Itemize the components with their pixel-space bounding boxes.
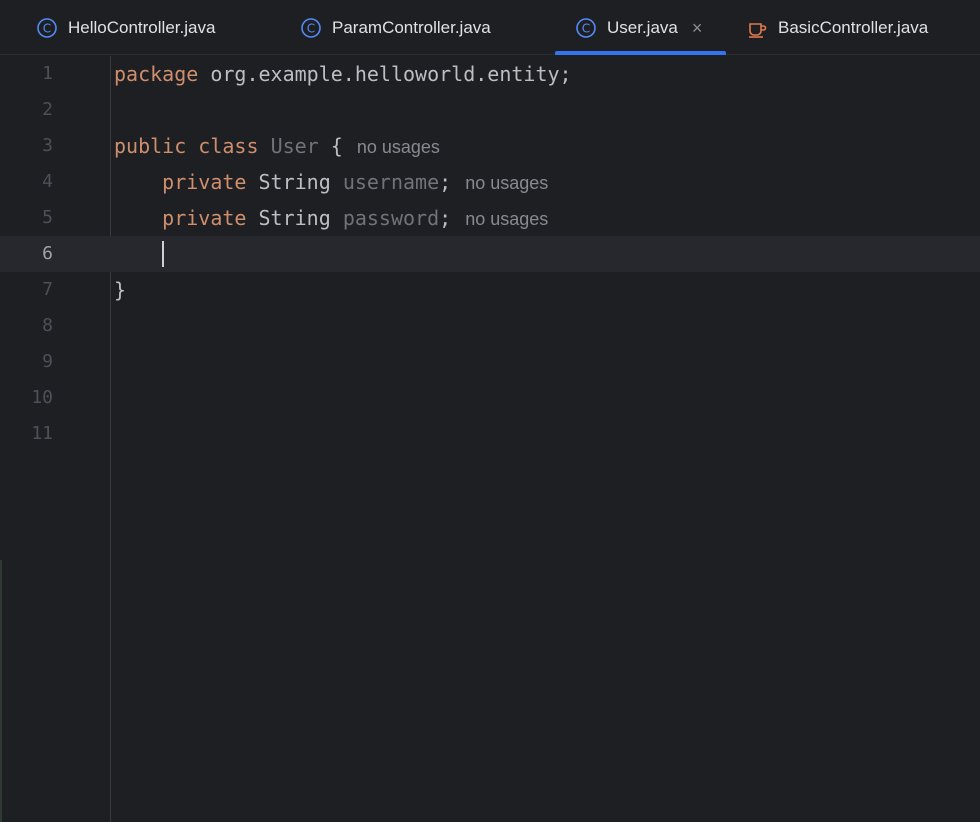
type-name: String (258, 206, 331, 230)
code-line: 1 package org.example.helloworld.entity; (0, 56, 980, 92)
keyword: package (114, 62, 199, 86)
keyword: class (198, 134, 259, 158)
code-line: 11 (0, 416, 980, 452)
tab-label: User.java (607, 17, 678, 37)
svg-text:C: C (43, 21, 51, 35)
code-line: 3 public class User { no usages (0, 128, 980, 164)
tab-label: ParamController.java (332, 17, 491, 37)
code-line: 9 (0, 344, 980, 380)
line-number: 2 (42, 99, 53, 120)
tab-hello-controller[interactable]: C HelloController.java (36, 0, 215, 55)
usages-hint[interactable]: no usages (465, 209, 548, 229)
close-icon[interactable]: × (692, 19, 703, 37)
tab-basic-controller[interactable]: BasicController.java (746, 0, 928, 55)
code-line: 4 private String username; no usages (0, 164, 980, 200)
class-name: User (270, 134, 319, 158)
line-number: 8 (42, 315, 53, 336)
keyword: private (162, 206, 247, 230)
line-number: 11 (31, 423, 53, 444)
tab-user-java[interactable]: C User.java × (554, 0, 727, 55)
class-icon: C (36, 17, 58, 39)
line-number: 1 (42, 63, 53, 84)
code-text: private String password; no usages (114, 200, 548, 236)
semicolon: ; (439, 170, 452, 194)
svg-text:C: C (582, 21, 590, 35)
current-code-line: 6 (0, 236, 980, 272)
field-name: username (342, 170, 440, 194)
package-name: org.example.helloworld.entity; (198, 62, 572, 86)
line-number: 10 (31, 387, 53, 408)
java-cup-icon (746, 17, 768, 39)
code-line: 2 (0, 92, 980, 128)
usages-hint[interactable]: no usages (357, 137, 440, 157)
class-icon: C (575, 17, 597, 39)
code-line: 8 (0, 308, 980, 344)
usages-hint[interactable]: no usages (465, 173, 548, 193)
line-number: 9 (42, 351, 53, 372)
text-caret (162, 241, 165, 267)
line-number: 5 (42, 207, 53, 228)
keyword: public (114, 134, 187, 158)
field-name: password (342, 206, 440, 230)
code-line: 7 } (0, 272, 980, 308)
code-line: 10 (0, 380, 980, 416)
code-line: 5 private String password; no usages (0, 200, 980, 236)
type-name: String (258, 170, 331, 194)
line-number: 3 (42, 135, 53, 156)
editor-tab-bar: C HelloController.java C ParamController… (0, 0, 980, 55)
code-text: } (114, 272, 126, 308)
code-text: public class User { no usages (114, 128, 440, 164)
class-icon: C (300, 17, 322, 39)
code-editor[interactable]: 1 package org.example.helloworld.entity;… (0, 56, 980, 822)
tab-label: BasicController.java (778, 17, 929, 37)
tab-label: HelloController.java (68, 17, 216, 37)
keyword: private (162, 170, 247, 194)
line-number: 7 (42, 279, 53, 300)
svg-text:C: C (307, 21, 315, 35)
code-text: package org.example.helloworld.entity; (114, 56, 572, 92)
code-text: private String username; no usages (114, 164, 548, 200)
brace: } (114, 278, 127, 302)
code-text (114, 236, 165, 272)
line-number: 6 (42, 243, 53, 264)
line-number: 4 (42, 171, 53, 192)
window-edge (0, 560, 2, 822)
semicolon: ; (439, 206, 452, 230)
brace: { (318, 134, 343, 158)
tab-param-controller[interactable]: C ParamController.java (300, 0, 491, 55)
